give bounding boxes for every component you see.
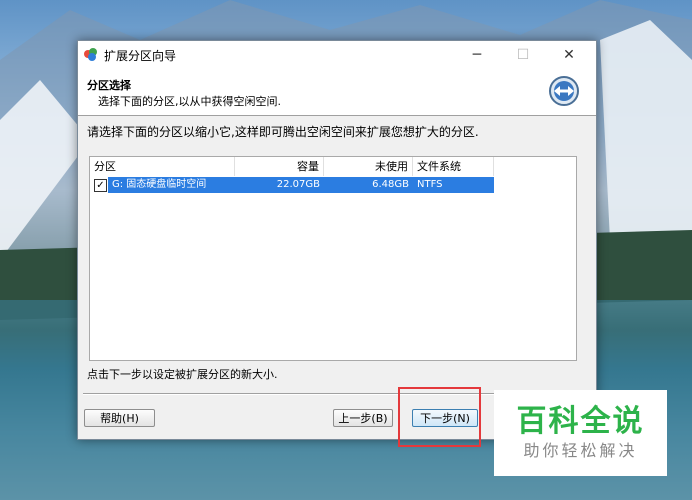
column-header-partition[interactable]: 分区 bbox=[90, 157, 235, 176]
partition-filesystem: NTFS bbox=[413, 177, 494, 193]
app-logo-icon bbox=[84, 48, 97, 61]
window-title: 扩展分区向导 bbox=[104, 49, 177, 63]
footer-hint: 点击下一步以设定被扩展分区的新大小. bbox=[87, 368, 278, 381]
close-button[interactable]: ✕ bbox=[546, 41, 592, 69]
instruction-text: 请选择下面的分区以缩小它,这样即可腾出空闲空间来扩展您想扩大的分区. bbox=[87, 125, 479, 139]
watermark-title: 百科全说 bbox=[516, 404, 645, 439]
watermark-subtitle: 助你轻松解决 bbox=[523, 441, 638, 460]
expand-arrows-icon bbox=[549, 76, 579, 106]
header-title: 分区选择 bbox=[87, 79, 131, 92]
column-header-capacity[interactable]: 容量 bbox=[235, 157, 324, 176]
header-subtitle: 选择下面的分区,以从中获得空闲空间. bbox=[98, 95, 281, 108]
highlight-box bbox=[398, 387, 481, 447]
partition-checkbox[interactable]: ✓ bbox=[94, 179, 107, 192]
column-header-unused[interactable]: 未使用 bbox=[324, 157, 413, 176]
partition-list[interactable]: 分区 容量 未使用 文件系统 ✓ G: 固态硬盘临时空间 22.07GB 6.4… bbox=[89, 156, 577, 361]
watermark: 百科全说 助你轻松解决 bbox=[494, 390, 667, 476]
minimize-button[interactable]: ─ bbox=[454, 41, 500, 69]
table-row[interactable]: ✓ G: 固态硬盘临时空间 22.07GB 6.48GB NTFS bbox=[90, 177, 494, 193]
help-button[interactable]: 帮助(H) bbox=[84, 409, 155, 427]
maximize-button[interactable]: ☐ bbox=[500, 41, 546, 69]
partition-capacity: 22.07GB bbox=[235, 177, 324, 193]
back-button[interactable]: 上一步(B) bbox=[333, 409, 393, 427]
wizard-header: 分区选择 选择下面的分区,以从中获得空闲空间. bbox=[78, 69, 596, 116]
expand-partition-wizard-window: 扩展分区向导 ─ ☐ ✕ 分区选择 选择下面的分区,以从中获得空闲空间. 请选择… bbox=[77, 40, 597, 440]
partition-name: G: 固态硬盘临时空间 bbox=[108, 177, 235, 193]
column-header-filesystem[interactable]: 文件系统 bbox=[413, 157, 494, 176]
partition-list-header: 分区 容量 未使用 文件系统 bbox=[90, 157, 576, 176]
partition-unused: 6.48GB bbox=[324, 177, 413, 193]
title-bar[interactable]: 扩展分区向导 ─ ☐ ✕ bbox=[78, 41, 596, 69]
